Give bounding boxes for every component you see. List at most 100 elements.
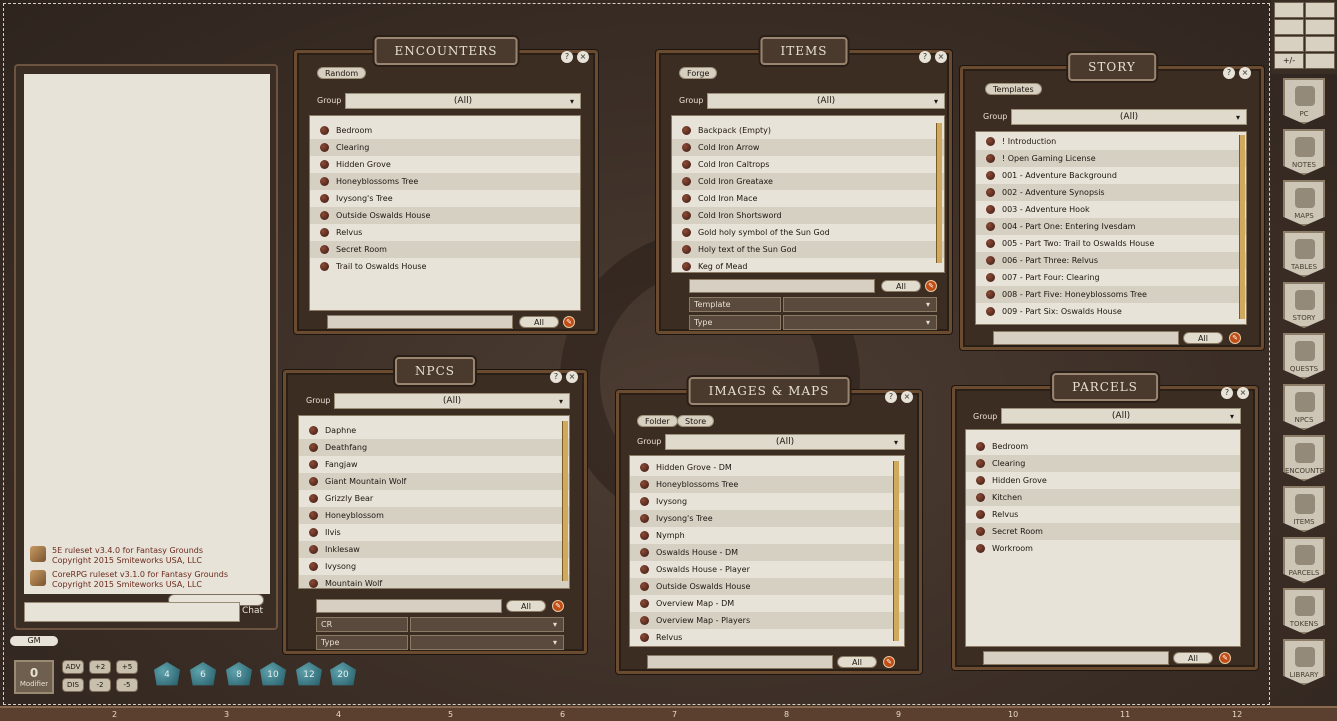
record-icon[interactable]: [976, 459, 985, 468]
edit-icon[interactable]: ✎: [925, 280, 937, 292]
record-icon[interactable]: [640, 514, 649, 523]
window-title[interactable]: IMAGES & MAPS: [688, 377, 850, 405]
group-select[interactable]: (All): [707, 93, 945, 109]
record-icon[interactable]: [320, 262, 329, 271]
hotkey-adv[interactable]: ADV: [62, 660, 84, 674]
list-item[interactable]: 005 - Part Two: Trail to Oswalds House: [976, 235, 1246, 252]
list-item[interactable]: Fangjaw: [299, 456, 569, 473]
list-item[interactable]: Hidden Grove - DM: [630, 459, 904, 476]
close-icon[interactable]: ×: [566, 371, 578, 383]
record-icon[interactable]: [640, 497, 649, 506]
help-icon[interactable]: ?: [561, 51, 573, 63]
sidebar-item-npcs[interactable]: NPCS: [1283, 384, 1325, 430]
sidebar-item-encounters[interactable]: ENCOUNTERS: [1283, 435, 1325, 481]
record-icon[interactable]: [640, 582, 649, 591]
record-icon[interactable]: [976, 476, 985, 485]
help-icon[interactable]: ?: [1221, 387, 1233, 399]
filter-input[interactable]: [689, 279, 875, 293]
list-item[interactable]: Relvus: [966, 506, 1240, 523]
list-item[interactable]: Cold Iron Arrow: [672, 139, 944, 156]
window-title[interactable]: NPCS: [395, 357, 475, 385]
all-button[interactable]: All: [1173, 652, 1213, 664]
all-button[interactable]: All: [837, 656, 877, 668]
tab-store[interactable]: Store: [677, 415, 715, 427]
record-icon[interactable]: [682, 177, 691, 186]
chat-input[interactable]: [24, 602, 240, 622]
close-icon[interactable]: ×: [935, 51, 947, 63]
record-icon[interactable]: [320, 177, 329, 186]
list-item[interactable]: Trail to Oswalds House: [310, 258, 580, 275]
all-button[interactable]: All: [1183, 332, 1223, 344]
toolbar-button[interactable]: [1305, 2, 1335, 18]
list-item[interactable]: Ilvis: [299, 524, 569, 541]
toolbar-button[interactable]: [1274, 19, 1304, 35]
close-icon[interactable]: ×: [577, 51, 589, 63]
record-icon[interactable]: [309, 579, 318, 588]
record-icon[interactable]: [640, 599, 649, 608]
list-item[interactable]: ! Open Gaming License: [976, 150, 1246, 167]
toolbar-button[interactable]: [1305, 53, 1335, 69]
hotkey-plus5[interactable]: +5: [116, 660, 138, 674]
hotkey-plus2[interactable]: +2: [89, 660, 111, 674]
list-item[interactable]: Daphne: [299, 422, 569, 439]
scrollbar[interactable]: [936, 123, 942, 263]
sidebar-item-library[interactable]: LIBRARY: [1283, 639, 1325, 685]
record-icon[interactable]: [986, 239, 995, 248]
scrollbar[interactable]: [562, 421, 568, 581]
edit-icon[interactable]: ✎: [1219, 652, 1231, 664]
record-icon[interactable]: [976, 527, 985, 536]
list-item[interactable]: Oswalds House - DM: [630, 544, 904, 561]
list-item[interactable]: Hidden Grove: [310, 156, 580, 173]
record-icon[interactable]: [986, 154, 995, 163]
edit-icon[interactable]: ✎: [1229, 332, 1241, 344]
record-icon[interactable]: [640, 531, 649, 540]
all-button[interactable]: All: [506, 600, 546, 612]
record-icon[interactable]: [640, 480, 649, 489]
record-icon[interactable]: [309, 545, 318, 554]
list-item[interactable]: Bedroom: [310, 122, 580, 139]
list-item[interactable]: Cold Iron Caltrops: [672, 156, 944, 173]
list-item[interactable]: Workroom: [966, 540, 1240, 557]
list-item[interactable]: Ivysong's Tree: [630, 510, 904, 527]
help-icon[interactable]: ?: [550, 371, 562, 383]
list-item[interactable]: Nymph: [630, 527, 904, 544]
sidebar-item-maps[interactable]: MAPS: [1283, 180, 1325, 226]
close-icon[interactable]: ×: [1239, 67, 1251, 79]
record-icon[interactable]: [640, 548, 649, 557]
sidebar-item-story[interactable]: STORY: [1283, 282, 1325, 328]
group-select[interactable]: (All): [1011, 109, 1247, 125]
list-item[interactable]: Relvus: [630, 629, 904, 646]
list-item[interactable]: Gold holy symbol of the Sun God: [672, 224, 944, 241]
sidebar-item-notes[interactable]: NOTES: [1283, 129, 1325, 175]
list-item[interactable]: Hidden Grove: [966, 472, 1240, 489]
sidebar-item-parcels[interactable]: PARCELS: [1283, 537, 1325, 583]
record-icon[interactable]: [309, 477, 318, 486]
record-icon[interactable]: [309, 460, 318, 469]
close-icon[interactable]: ×: [901, 391, 913, 403]
chat-button[interactable]: Chat: [242, 606, 263, 616]
filter-input[interactable]: [327, 315, 513, 329]
record-icon[interactable]: [682, 194, 691, 203]
list-item[interactable]: Cold Iron Greataxe: [672, 173, 944, 190]
list-item[interactable]: 008 - Part Five: Honeyblossoms Tree: [976, 286, 1246, 303]
template-filter-select[interactable]: [783, 297, 937, 312]
list-item[interactable]: Keg of Mead: [672, 258, 944, 272]
type-filter-select[interactable]: [783, 315, 937, 330]
tab-random[interactable]: Random: [317, 67, 367, 79]
record-icon[interactable]: [640, 616, 649, 625]
filter-input[interactable]: [647, 655, 833, 669]
list-item[interactable]: ! Introduction: [976, 133, 1246, 150]
list-item[interactable]: Honeyblossom: [299, 507, 569, 524]
record-icon[interactable]: [309, 443, 318, 452]
list-item[interactable]: Overview Map - Players: [630, 612, 904, 629]
list-item[interactable]: Outside Oswalds House: [630, 578, 904, 595]
hotkey-dis[interactable]: DIS: [62, 678, 84, 692]
list-item[interactable]: Cold Iron Mace: [672, 190, 944, 207]
list-item[interactable]: Deathfang: [299, 439, 569, 456]
record-icon[interactable]: [640, 463, 649, 472]
list-item[interactable]: Ivysong: [299, 558, 569, 575]
list-item[interactable]: Secret Room: [310, 241, 580, 258]
record-icon[interactable]: [640, 633, 649, 642]
record-icon[interactable]: [986, 205, 995, 214]
help-icon[interactable]: ?: [1223, 67, 1235, 79]
